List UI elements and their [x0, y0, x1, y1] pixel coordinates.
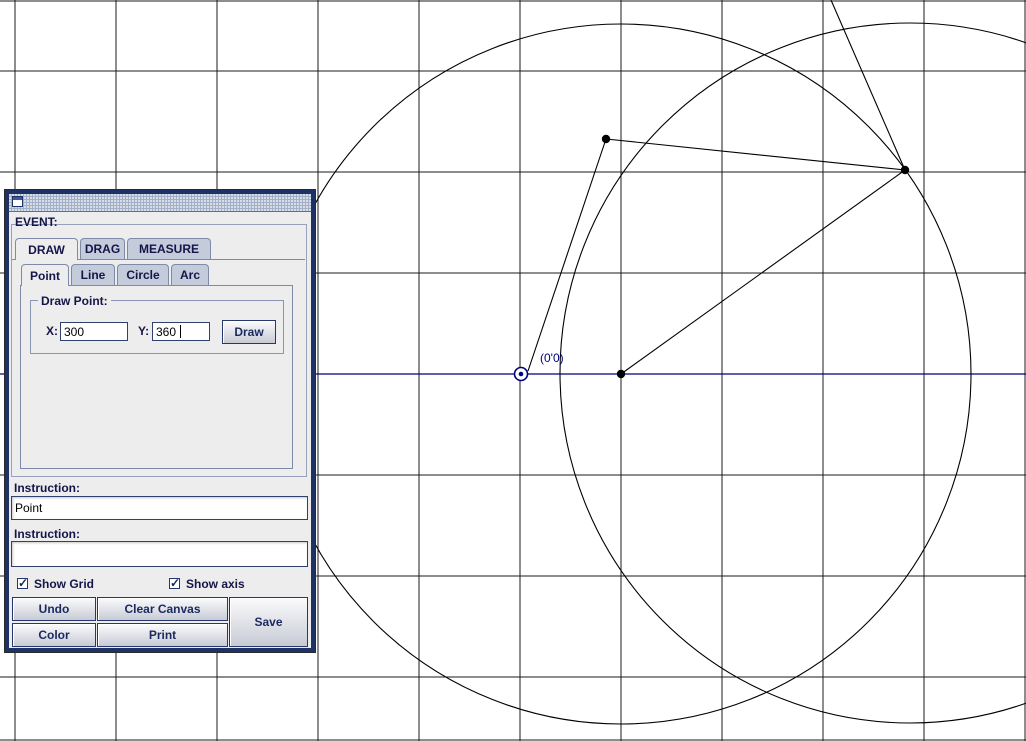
- draw-button[interactable]: Draw: [222, 320, 276, 344]
- window-icon[interactable]: [12, 196, 23, 207]
- tab-arc[interactable]: Arc: [171, 264, 209, 285]
- instruction-field-2[interactable]: [11, 541, 308, 567]
- event-label: EVENT:: [15, 215, 58, 229]
- show-grid-label: Show Grid: [34, 577, 94, 591]
- text-caret: [180, 325, 181, 338]
- instruction-field-1[interactable]: [11, 496, 308, 520]
- color-button[interactable]: Color: [12, 623, 96, 647]
- show-axis-label: Show axis: [186, 577, 245, 591]
- construction-circle: [559, 22, 1026, 724]
- tab-point[interactable]: Point: [21, 264, 69, 286]
- show-grid-checkbox[interactable]: [17, 576, 28, 590]
- tab-drag[interactable]: DRAG: [80, 238, 125, 259]
- tab-circle[interactable]: Circle: [117, 264, 169, 285]
- app-window: (0'0) EVENT: DRAW DRAG MEASURE Point Lin…: [0, 0, 1026, 741]
- print-button[interactable]: Print: [97, 623, 228, 647]
- origin-marker-dot: [518, 371, 524, 377]
- show-axis-checkbox[interactable]: [169, 576, 180, 590]
- tool-panel: EVENT: DRAW DRAG MEASURE Point Line Circ…: [5, 190, 315, 652]
- line-segment: [605, 138, 906, 171]
- shape-tab-bar: Point Line Circle Arc: [21, 264, 211, 286]
- panel-titlebar[interactable]: [9, 194, 311, 212]
- point-dot: [616, 369, 626, 379]
- point-dot: [900, 165, 910, 175]
- undo-button[interactable]: Undo: [12, 597, 96, 621]
- point-dot: [601, 134, 611, 144]
- clear-canvas-button[interactable]: Clear Canvas: [97, 597, 228, 621]
- save-button[interactable]: Save: [229, 597, 308, 647]
- y-label: Y:: [138, 324, 150, 338]
- tab-line[interactable]: Line: [71, 264, 115, 285]
- draw-point-group-title: Draw Point:: [38, 294, 111, 308]
- instruction-label-1: Instruction:: [14, 481, 80, 495]
- line-segment: [620, 169, 906, 375]
- x-input[interactable]: [60, 322, 128, 341]
- y-input[interactable]: [152, 322, 210, 341]
- x-label: X:: [46, 324, 58, 338]
- tab-draw[interactable]: DRAW: [15, 238, 78, 260]
- tab-measure[interactable]: MEASURE: [127, 238, 211, 259]
- event-tab-bar: DRAW DRAG MEASURE: [15, 238, 213, 260]
- instruction-label-2: Instruction:: [14, 527, 80, 541]
- origin-label: (0'0): [540, 351, 564, 365]
- line-segment: [527, 138, 607, 372]
